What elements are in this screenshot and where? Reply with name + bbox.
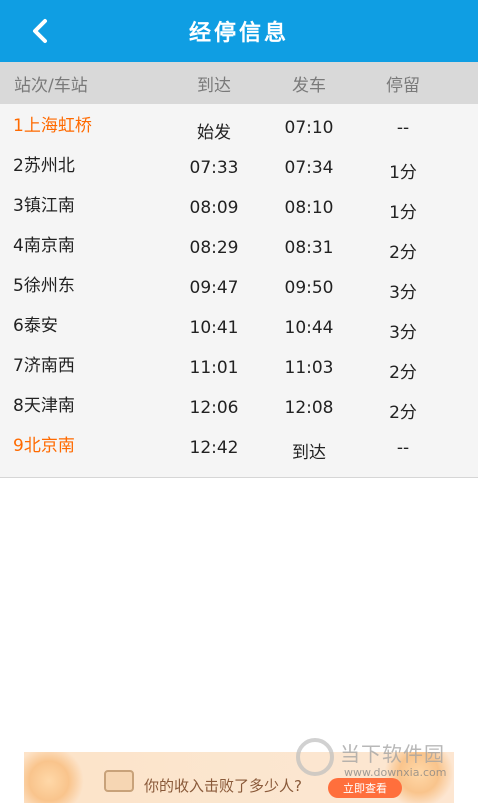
watermark: 当下软件园 www.downxia.com: [292, 734, 472, 790]
table-row[interactable]: 3镇江南 08:09 08:10 1分: [0, 188, 478, 228]
arrive-time: 10:41: [189, 318, 239, 338]
wallet-icon: [104, 770, 134, 792]
arrive-time: 07:33: [189, 158, 239, 178]
station-name: 4南京南: [13, 236, 75, 256]
depart-time: 10:44: [284, 318, 334, 338]
station-name: 9北京南: [13, 436, 75, 456]
stay-duration: 2分: [389, 403, 417, 423]
depart-time: 11:03: [284, 358, 334, 378]
stay-duration: 3分: [389, 323, 417, 343]
station-name: 2苏州北: [13, 156, 75, 176]
stay-duration: 1分: [389, 163, 417, 183]
station-name: 7济南西: [13, 356, 75, 376]
arrive-time: 11:01: [189, 358, 239, 378]
table-row[interactable]: 8天津南 12:06 12:08 2分: [0, 388, 478, 428]
table-row[interactable]: 1上海虹桥 始发 07:10 --: [0, 108, 478, 148]
stay-duration: --: [396, 438, 410, 458]
watermark-logo-icon: [296, 738, 334, 776]
stay-duration: 1分: [389, 203, 417, 223]
watermark-text: 当下软件园: [340, 742, 445, 766]
column-header-depart: 发车: [292, 76, 326, 96]
app-screen: 经停信息 站次/车站 到达 发车 停留 1上海虹桥 始发 07:10 -- 2苏…: [0, 0, 478, 803]
stops-table: 1上海虹桥 始发 07:10 -- 2苏州北 07:33 07:34 1分 3镇…: [0, 104, 478, 478]
depart-time: 09:50: [284, 278, 334, 298]
back-button[interactable]: [22, 13, 58, 49]
title-bar: 经停信息: [0, 0, 478, 62]
station-name: 8天津南: [13, 396, 75, 416]
depart-time: 12:08: [284, 398, 334, 418]
table-row[interactable]: 7济南西 11:01 11:03 2分: [0, 348, 478, 388]
column-header-stay: 停留: [386, 76, 420, 96]
table-row[interactable]: 4南京南 08:29 08:31 2分: [0, 228, 478, 268]
arrive-time: 08:09: [189, 198, 239, 218]
column-header-station: 站次/车站: [14, 76, 88, 96]
stay-duration: 2分: [389, 363, 417, 383]
stay-duration: 3分: [389, 283, 417, 303]
station-name: 3镇江南: [13, 196, 75, 216]
arrive-time: 12:06: [189, 398, 239, 418]
table-row[interactable]: 9北京南 12:42 到达 --: [0, 428, 478, 468]
page-title: 经停信息: [188, 21, 289, 46]
flower-decoration: [24, 752, 84, 803]
station-name: 1上海虹桥: [13, 116, 92, 136]
column-header-arrive: 到达: [197, 76, 231, 96]
stay-duration: --: [396, 118, 410, 138]
table-row[interactable]: 5徐州东 09:47 09:50 3分: [0, 268, 478, 308]
watermark-url: www.downxia.com: [344, 766, 447, 779]
column-header-row: 站次/车站 到达 发车 停留: [0, 62, 478, 104]
arrive-time: 12:42: [189, 438, 239, 458]
station-name: 6泰安: [13, 316, 58, 336]
ad-text: 你的收入击败了多少人?: [144, 777, 302, 795]
table-row[interactable]: 2苏州北 07:33 07:34 1分: [0, 148, 478, 188]
depart-time: 到达: [292, 443, 326, 463]
station-name: 5徐州东: [13, 276, 75, 296]
stay-duration: 2分: [389, 243, 417, 263]
chevron-left-icon: [33, 19, 47, 43]
depart-time: 07:34: [284, 158, 334, 178]
table-row[interactable]: 6泰安 10:41 10:44 3分: [0, 308, 478, 348]
arrive-time: 始发: [197, 123, 231, 143]
depart-time: 07:10: [284, 118, 334, 138]
arrive-time: 09:47: [189, 278, 239, 298]
arrive-time: 08:29: [189, 238, 239, 258]
depart-time: 08:31: [284, 238, 334, 258]
depart-time: 08:10: [284, 198, 334, 218]
